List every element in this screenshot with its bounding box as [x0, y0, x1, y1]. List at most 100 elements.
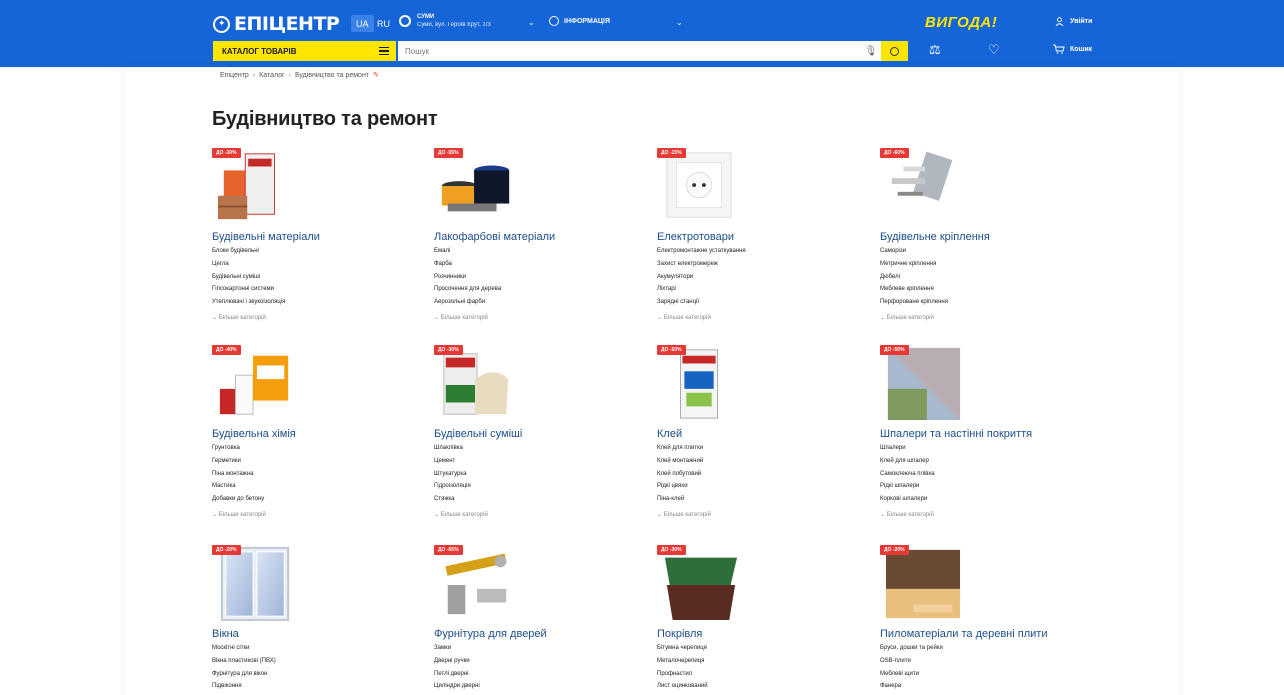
subcategory-link[interactable]: Гідроізоляція — [434, 482, 471, 495]
category-image[interactable] — [661, 345, 739, 421]
subcategory-link[interactable]: Захист електромереж — [657, 260, 746, 273]
subcategory-link[interactable]: Метричне кріплення — [880, 260, 948, 273]
more-categories-link[interactable]: ⌄ Більше категорій — [434, 511, 488, 518]
subcategory-link[interactable]: Емалі — [434, 247, 501, 260]
more-categories-link[interactable]: ⌄ Більше категорій — [880, 511, 934, 518]
heart-icon[interactable]: ♡ — [988, 42, 1000, 58]
subcategory-link[interactable]: Герметики — [212, 457, 264, 470]
subcategory-link[interactable]: Лист оцинкований — [657, 682, 708, 695]
category-image[interactable] — [438, 148, 516, 224]
subcategory-link[interactable]: Ліхтарі — [657, 285, 746, 298]
city-selector[interactable]: СУМИ Суми, вул. Героїв Крут, 1/3 — [399, 13, 491, 29]
subcategory-link[interactable]: Бітумна черепиця — [657, 644, 708, 657]
subcategory-link[interactable]: Саморізи — [880, 247, 948, 260]
city-chevron-down-icon[interactable]: ⌄ — [528, 18, 535, 27]
subcategory-link[interactable]: Добавки до бетону — [212, 495, 264, 508]
subcategory-link[interactable]: Вікна пластикові (ПВХ) — [212, 657, 276, 670]
subcategory-link[interactable]: Самоклеюча плівка — [880, 470, 935, 483]
subcategory-link[interactable]: Москітні сітки — [212, 644, 276, 657]
subcategory-link[interactable]: Замки — [434, 644, 480, 657]
subcategory-link[interactable]: Рідкі шпалери — [880, 482, 935, 495]
category-title-link[interactable]: Шпалери та настінні покриття — [880, 428, 1032, 440]
subcategory-link[interactable]: Аерозольні фарби — [434, 298, 501, 311]
subcategory-link[interactable]: Електромонтажне устаткування — [657, 247, 746, 260]
subcategory-link[interactable]: Фанера — [880, 682, 943, 695]
subcategory-link[interactable]: Цемент — [434, 457, 471, 470]
subcategory-link[interactable]: Перфороване кріплення — [880, 298, 948, 311]
lang-ru-button[interactable]: RU — [372, 15, 395, 32]
subcategory-link[interactable]: Фурнітура для вікон — [212, 670, 276, 683]
info-menu[interactable]: ІНФОРМАЦІЯ — [549, 16, 610, 26]
subcategory-link[interactable]: Дюбелі — [880, 273, 948, 286]
cart-link[interactable]: Кошик — [1053, 44, 1092, 54]
category-title-link[interactable]: Лакофарбові матеріали — [434, 231, 555, 243]
subcategory-link[interactable]: OSB-плити — [880, 657, 943, 670]
category-title-link[interactable]: Фурнітура для дверей — [434, 628, 547, 640]
category-image[interactable] — [216, 148, 294, 224]
category-title-link[interactable]: Електротовари — [657, 231, 734, 243]
lang-ua-button[interactable]: UA — [351, 15, 374, 32]
subcategory-link[interactable]: Розчинники — [434, 273, 501, 286]
subcategory-link[interactable]: Циліндри дверні — [434, 682, 480, 695]
subcategory-link[interactable]: Меблеві щити — [880, 670, 943, 683]
breadcrumb-home-link[interactable]: Епіцентр — [220, 72, 249, 79]
subcategory-link[interactable]: Піна-клей — [657, 495, 703, 508]
subcategory-link[interactable]: Гіпсокартонні системи — [212, 285, 285, 298]
category-title-link[interactable]: Пиломатеріали та деревні плити — [880, 628, 1047, 640]
subcategory-link[interactable]: Петлі дверні — [434, 670, 480, 683]
category-title-link[interactable]: Будівельні матеріали — [212, 231, 320, 243]
subcategory-link[interactable]: Штукатурка — [434, 470, 471, 483]
site-logo[interactable]: ✦ ЕПІЦЕНТР — [213, 13, 340, 35]
more-categories-link[interactable]: ⌄ Більше категорій — [657, 511, 711, 518]
login-link[interactable]: Увійти — [1055, 17, 1092, 26]
microphone-icon[interactable]: 🎙 — [861, 46, 881, 57]
subcategory-link[interactable]: Підвіконня — [212, 682, 276, 695]
subcategory-link[interactable]: Цегла — [212, 260, 285, 273]
subcategory-link[interactable]: Дверні ручки — [434, 657, 480, 670]
subcategory-link[interactable]: Просочення для дерева — [434, 285, 501, 298]
category-title-link[interactable]: Покрівля — [657, 628, 702, 640]
category-title-link[interactable]: Будівельні суміші — [434, 428, 522, 440]
category-image[interactable] — [438, 545, 516, 621]
info-chevron-down-icon[interactable]: ⌄ — [676, 18, 683, 27]
search-input[interactable] — [398, 41, 861, 61]
subcategory-link[interactable]: Клей для шпалер — [880, 457, 935, 470]
subcategory-link[interactable]: Мастика — [212, 482, 264, 495]
subcategory-link[interactable]: Шпалери — [880, 444, 935, 457]
catalog-button[interactable]: КАТАЛОГ ТОВАРІВ — [213, 41, 396, 61]
subcategory-link[interactable]: Клей побутовий — [657, 470, 703, 483]
subcategory-link[interactable]: Клей монтажний — [657, 457, 703, 470]
subcategory-link[interactable]: Блоки будівельні — [212, 247, 285, 260]
category-image[interactable] — [216, 345, 294, 421]
subcategory-link[interactable]: Профнастил — [657, 670, 708, 683]
subcategory-link[interactable]: Рідкі цвяхи — [657, 482, 703, 495]
subcategory-link[interactable]: Металочерепиця — [657, 657, 708, 670]
subcategory-link[interactable]: Коркові шпалери — [880, 495, 935, 508]
subcategory-link[interactable]: Меблеве кріплення — [880, 285, 948, 298]
category-image[interactable] — [884, 545, 962, 621]
more-categories-link[interactable]: ⌄ Більше категорій — [212, 314, 266, 321]
vyhoda-promo-link[interactable]: ВИГОДА! — [925, 14, 997, 31]
search-button[interactable] — [881, 41, 908, 61]
subcategory-link[interactable]: Шпаклівка — [434, 444, 471, 457]
category-image[interactable] — [884, 345, 962, 421]
category-title-link[interactable]: Вікна — [212, 628, 239, 640]
category-image[interactable] — [216, 545, 294, 621]
category-image[interactable] — [661, 148, 739, 224]
more-categories-link[interactable]: ⌄ Більше категорій — [212, 511, 266, 518]
subcategory-link[interactable]: Акумулятори — [657, 273, 746, 286]
subcategory-link[interactable]: Піна монтажна — [212, 470, 264, 483]
category-image[interactable] — [438, 345, 516, 421]
category-image[interactable] — [661, 545, 739, 621]
subcategory-link[interactable]: Бруси, дошки та рейки — [880, 644, 943, 657]
subcategory-link[interactable]: Фарба — [434, 260, 501, 273]
subcategory-link[interactable]: Зарядні станції — [657, 298, 746, 311]
compare-icon[interactable]: ⚖ — [929, 42, 941, 58]
subcategory-link[interactable]: Стяжка — [434, 495, 471, 508]
subcategory-link[interactable]: Утеплювачі і звукоізоляція — [212, 298, 285, 311]
category-title-link[interactable]: Будівельне кріплення — [880, 231, 990, 243]
breadcrumb-catalog-link[interactable]: Каталог — [259, 72, 284, 79]
category-title-link[interactable]: Будівельна хімія — [212, 428, 296, 440]
more-categories-link[interactable]: ⌄ Більше категорій — [880, 314, 934, 321]
more-categories-link[interactable]: ⌄ Більше категорій — [434, 314, 488, 321]
